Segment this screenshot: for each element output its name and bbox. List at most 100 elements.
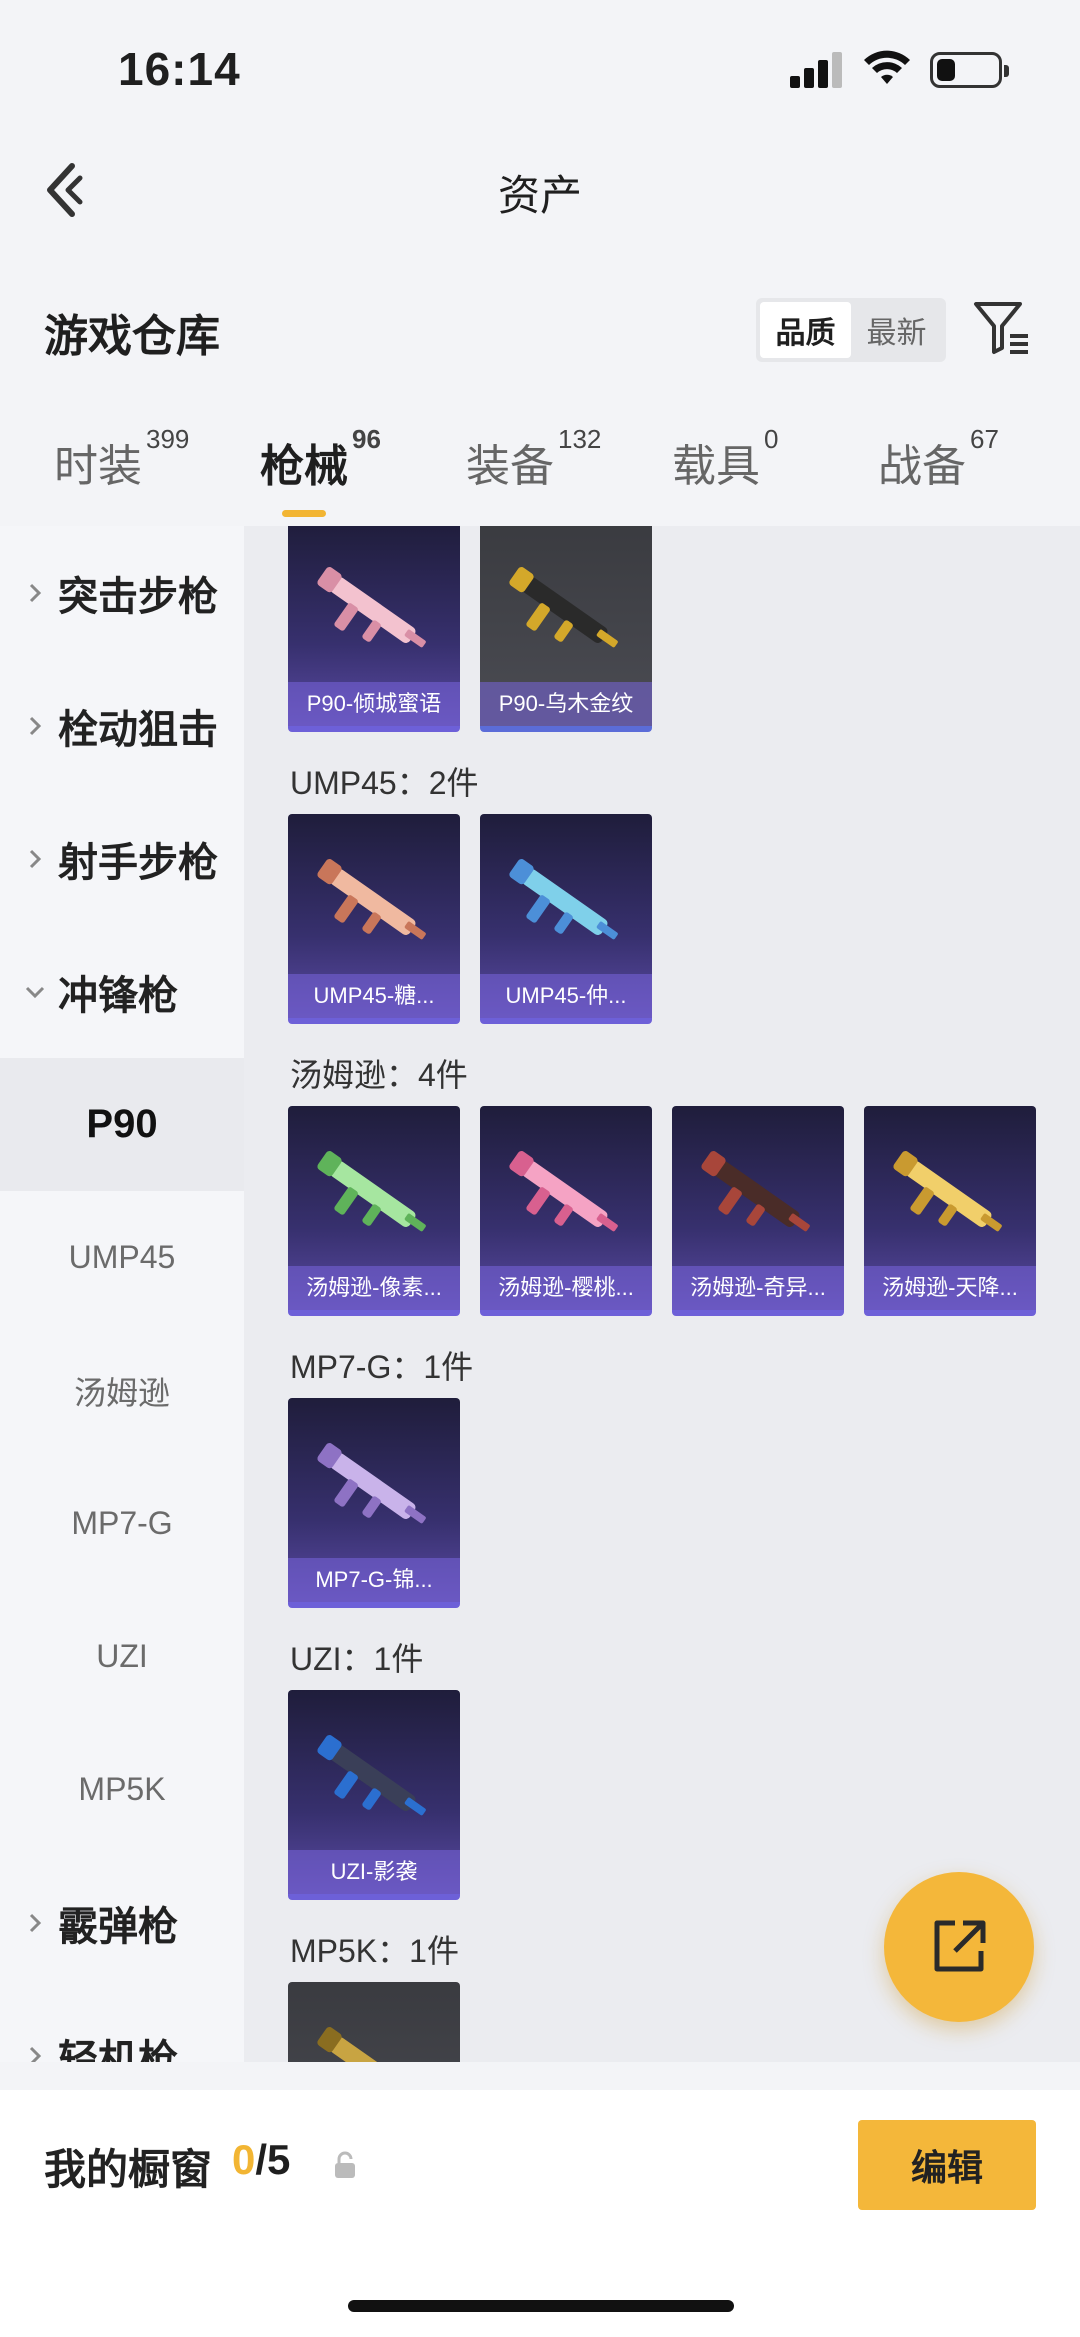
share-icon bbox=[934, 1920, 986, 1972]
sidebar-category[interactable]: 轻机枪 bbox=[0, 1989, 244, 2062]
active-tab-indicator bbox=[282, 510, 326, 517]
skin-card[interactable]: P90-乌木金纹 bbox=[480, 526, 652, 732]
showcase-current: 0 bbox=[232, 2136, 256, 2183]
chevron-down-icon bbox=[25, 986, 45, 998]
tab-count: 132 bbox=[558, 424, 602, 454]
showcase-count: 0/5 bbox=[232, 2136, 290, 2184]
category-tabs: 时装399 枪械96 装备132 载具0 战备67 bbox=[0, 424, 1080, 526]
skin-name: P90-乌木金纹 bbox=[480, 682, 652, 726]
weapon-skin-icon bbox=[893, 1151, 1002, 1232]
tab-outfits[interactable]: 时装399 bbox=[54, 424, 189, 494]
weapon-skin-icon bbox=[317, 1443, 426, 1524]
group-label: MP5K：1件 bbox=[290, 1933, 459, 1969]
skin-name: 汤姆逊-天降... bbox=[864, 1266, 1036, 1310]
weapon-skin-icon bbox=[317, 2027, 416, 2062]
weapon-skin-icon bbox=[317, 1735, 426, 1816]
sidebar: 突击步枪栓动狙击射手步枪冲锋枪 P90 UMP45 汤姆逊 MP7-G UZI MP5K 霰弹… bbox=[0, 526, 244, 2062]
skin-card[interactable]: UMP45-仲... bbox=[480, 814, 652, 1024]
skin-name: 汤姆逊-像素... bbox=[288, 1266, 460, 1310]
sidebar-category-label: 栓动狙击 bbox=[58, 707, 218, 752]
status-bar: 16:14 bbox=[0, 0, 1080, 130]
home-indicator bbox=[348, 2300, 734, 2312]
skin-name: UZI-影袭 bbox=[288, 1850, 460, 1894]
page-title: 资产 bbox=[497, 172, 582, 219]
chevron-right-icon bbox=[29, 849, 42, 868]
sort-quality-button[interactable]: 品质 bbox=[760, 302, 851, 358]
sidebar-category-label: 轻机枪 bbox=[58, 2037, 178, 2063]
tab-count: 0 bbox=[764, 424, 779, 454]
skin-name: P90-倾城蜜语 bbox=[288, 682, 460, 726]
sidebar-category-label: 冲锋枪 bbox=[58, 973, 178, 1018]
sort-toggle: 品质 最新 bbox=[756, 298, 946, 362]
weapon-skin-icon bbox=[317, 1151, 426, 1232]
chevron-right-icon bbox=[29, 583, 42, 602]
group-label: 汤姆逊：4件 bbox=[290, 1057, 468, 1093]
battery-level bbox=[937, 59, 955, 81]
sidebar-subitem[interactable]: 汤姆逊 bbox=[0, 1324, 244, 1457]
nav-bar: 资产 bbox=[0, 130, 1080, 250]
chevron-right-icon bbox=[29, 1913, 42, 1932]
sidebar-category[interactable]: 栓动狙击 bbox=[0, 659, 244, 792]
tab-label: 载具 bbox=[672, 442, 760, 491]
skin-card[interactable] bbox=[288, 1982, 460, 2062]
sidebar-subitem[interactable]: MP7-G bbox=[0, 1457, 244, 1590]
tab-count: 67 bbox=[970, 424, 999, 454]
skin-name: UMP45-仲... bbox=[480, 974, 652, 1018]
showcase-total: /5 bbox=[255, 2136, 291, 2183]
skin-card[interactable]: MP7-G-锦... bbox=[288, 1398, 460, 1608]
share-button[interactable] bbox=[884, 1872, 1034, 2022]
status-time: 16:14 bbox=[118, 43, 241, 95]
sidebar-category[interactable]: 射手步枪 bbox=[0, 792, 244, 925]
weapon-skin-icon bbox=[317, 567, 426, 648]
tab-supplies[interactable]: 战备67 bbox=[878, 424, 999, 494]
warehouse-title: 游戏仓库 bbox=[44, 312, 220, 361]
sidebar-category-label: 射手步枪 bbox=[58, 840, 218, 885]
sidebar-category[interactable]: 冲锋枪 bbox=[0, 925, 244, 1058]
group-label: UZI：1件 bbox=[290, 1641, 424, 1677]
weapon-skin-icon bbox=[317, 859, 426, 940]
skin-card[interactable]: 汤姆逊-像素... bbox=[288, 1106, 460, 1316]
chevron-right-icon bbox=[29, 716, 42, 735]
edit-button[interactable]: 编辑 bbox=[858, 2120, 1036, 2210]
skin-name: MP7-G-锦... bbox=[288, 1558, 460, 1602]
group-label: MP7-G：1件 bbox=[290, 1349, 474, 1385]
sort-newest-button[interactable]: 最新 bbox=[851, 302, 942, 358]
battery-icon bbox=[930, 52, 1009, 88]
sidebar-subitem[interactable]: MP5K bbox=[0, 1723, 244, 1856]
weapon-skin-icon bbox=[701, 1151, 810, 1232]
skin-card[interactable]: 汤姆逊-天降... bbox=[864, 1106, 1036, 1316]
weapon-skin-icon bbox=[509, 1151, 618, 1232]
tab-label: 战备 bbox=[878, 442, 966, 491]
item-grid: P90-倾城蜜语 P90-乌木金纹 UMP45：2件 UMP45-糖... UMP45-… bbox=[244, 526, 1080, 2062]
sidebar-subitem[interactable]: UZI bbox=[0, 1590, 244, 1723]
sidebar-subitem[interactable]: UMP45 bbox=[0, 1191, 244, 1324]
tab-equipment[interactable]: 装备132 bbox=[466, 424, 601, 494]
skin-card[interactable]: UZI-影袭 bbox=[288, 1690, 460, 1900]
chevron-right-icon bbox=[29, 2046, 42, 2062]
tab-label: 枪械 bbox=[260, 442, 348, 491]
filter-icon[interactable] bbox=[970, 296, 1032, 358]
sidebar-category[interactable]: 霰弹枪 bbox=[0, 1856, 244, 1989]
sidebar-category[interactable]: 突击步枪 bbox=[0, 526, 244, 659]
wifi-icon bbox=[864, 50, 910, 84]
tab-label: 装备 bbox=[466, 442, 554, 491]
skin-card[interactable]: UMP45-糖... bbox=[288, 814, 460, 1024]
skin-card[interactable]: P90-倾城蜜语 bbox=[288, 526, 460, 732]
sidebar-category-label: 霰弹枪 bbox=[58, 1904, 178, 1949]
weapon-skin-icon bbox=[509, 859, 618, 940]
sidebar-subitem[interactable]: P90 bbox=[0, 1058, 244, 1191]
skin-card[interactable]: 汤姆逊-奇异... bbox=[672, 1106, 844, 1316]
tab-firearms[interactable]: 枪械96 bbox=[260, 424, 381, 494]
tab-vehicles[interactable]: 载具0 bbox=[672, 424, 778, 494]
lock-icon bbox=[335, 2151, 355, 2178]
skin-name: UMP45-糖... bbox=[288, 974, 460, 1018]
signal-icon bbox=[790, 52, 844, 88]
group-label: UMP45：2件 bbox=[290, 765, 479, 801]
showcase-label: 我的橱窗 bbox=[44, 2146, 213, 2193]
skin-card[interactable]: 汤姆逊-樱桃... bbox=[480, 1106, 652, 1316]
sidebar-category-label: 突击步枪 bbox=[58, 574, 218, 619]
weapon-skin-icon bbox=[509, 567, 618, 648]
tab-label: 时装 bbox=[54, 442, 142, 491]
tab-count: 96 bbox=[352, 424, 381, 454]
tab-count: 399 bbox=[146, 424, 190, 454]
